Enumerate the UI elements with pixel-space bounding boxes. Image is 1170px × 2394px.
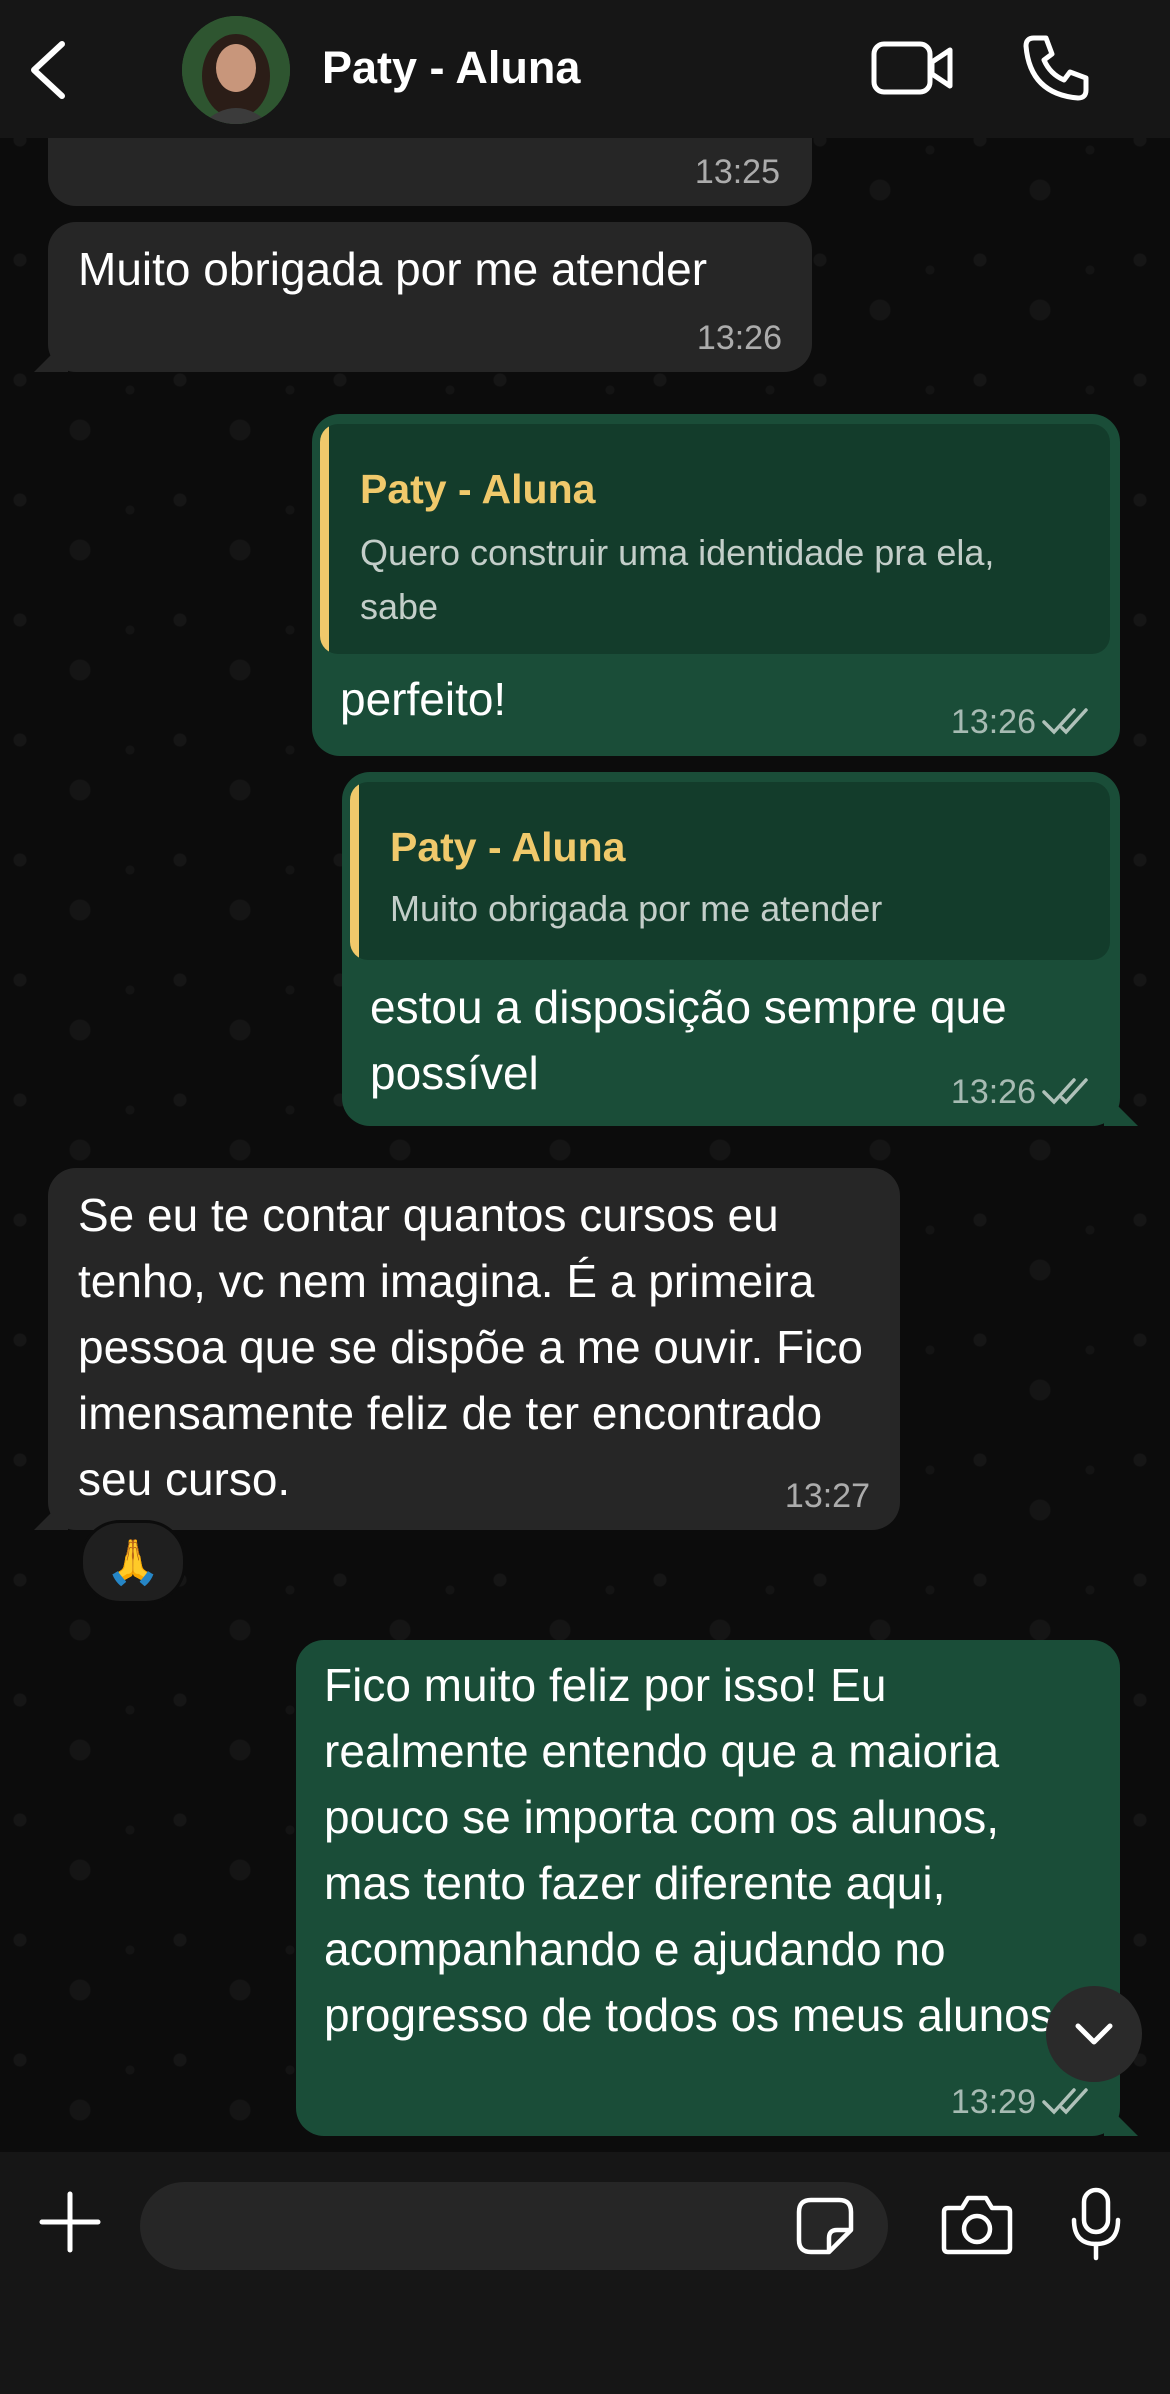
message-text: Se eu te contar quantos cursos eu tenho,… xyxy=(78,1189,864,1505)
sticker-icon[interactable] xyxy=(795,2196,855,2256)
quoted-message[interactable]: Paty - Aluna Muito obrigada por me atend… xyxy=(350,782,1110,960)
message-time: 13:26 xyxy=(696,319,782,357)
message-text: perfeito! xyxy=(340,673,507,725)
chevron-down-icon xyxy=(1075,2023,1113,2045)
read-receipt-icon xyxy=(1042,708,1088,735)
quote-text: Quero construir uma identidade pra ela, … xyxy=(360,532,995,627)
message-bubble-outgoing[interactable]: Paty - Aluna Quero construir uma identid… xyxy=(312,414,1120,756)
message-text: Muito obrigada por me atender xyxy=(78,243,708,295)
message-time: 13:29 xyxy=(950,2083,1036,2121)
message-text: Fico muito feliz por isso! Eu realmente … xyxy=(324,1659,1053,2041)
quote-text: Muito obrigada por me atender xyxy=(390,888,883,929)
microphone-icon[interactable] xyxy=(1068,2186,1124,2262)
back-icon[interactable] xyxy=(18,30,78,110)
contact-name[interactable]: Paty - Aluna xyxy=(322,42,580,94)
quoted-message[interactable]: Paty - Aluna Quero construir uma identid… xyxy=(320,424,1110,654)
message-reaction[interactable]: 🙏 xyxy=(80,1520,186,1604)
quote-accent-bar xyxy=(350,782,359,960)
read-receipt-icon xyxy=(1042,2088,1088,2115)
plus-icon[interactable] xyxy=(38,2190,102,2254)
voice-call-icon[interactable] xyxy=(1020,32,1092,104)
camera-icon[interactable] xyxy=(940,2192,1014,2256)
message-time: 13:25 xyxy=(694,153,780,191)
composer-bar xyxy=(0,2152,1170,2394)
message-time: 13:27 xyxy=(784,1477,870,1515)
message-bubble-outgoing[interactable]: Fico muito feliz por isso! Eu realmente … xyxy=(296,1640,1120,2136)
quote-author: Paty - Aluna xyxy=(390,824,626,870)
message-time: 13:26 xyxy=(950,703,1036,741)
quote-author: Paty - Aluna xyxy=(360,466,596,512)
scroll-to-bottom-button[interactable] xyxy=(1046,1986,1142,2082)
message-bubble-incoming[interactable]: Muito obrigada por me atender 13:26 xyxy=(48,222,812,372)
video-call-icon[interactable] xyxy=(870,36,956,100)
avatar[interactable] xyxy=(182,16,290,124)
chat-screen: Paty - Aluna 13:25 Muito obrigada por me… xyxy=(0,0,1170,2394)
read-receipt-icon xyxy=(1042,1078,1088,1105)
quote-accent-bar xyxy=(320,424,329,654)
chat-header: Paty - Aluna xyxy=(0,0,1170,138)
message-time: 13:26 xyxy=(950,1073,1036,1111)
message-bubble-outgoing[interactable]: Paty - Aluna Muito obrigada por me atend… xyxy=(342,772,1120,1126)
message-input[interactable] xyxy=(140,2182,888,2270)
message-bubble-incoming[interactable]: Se eu te contar quantos cursos eu tenho,… xyxy=(48,1168,900,1530)
